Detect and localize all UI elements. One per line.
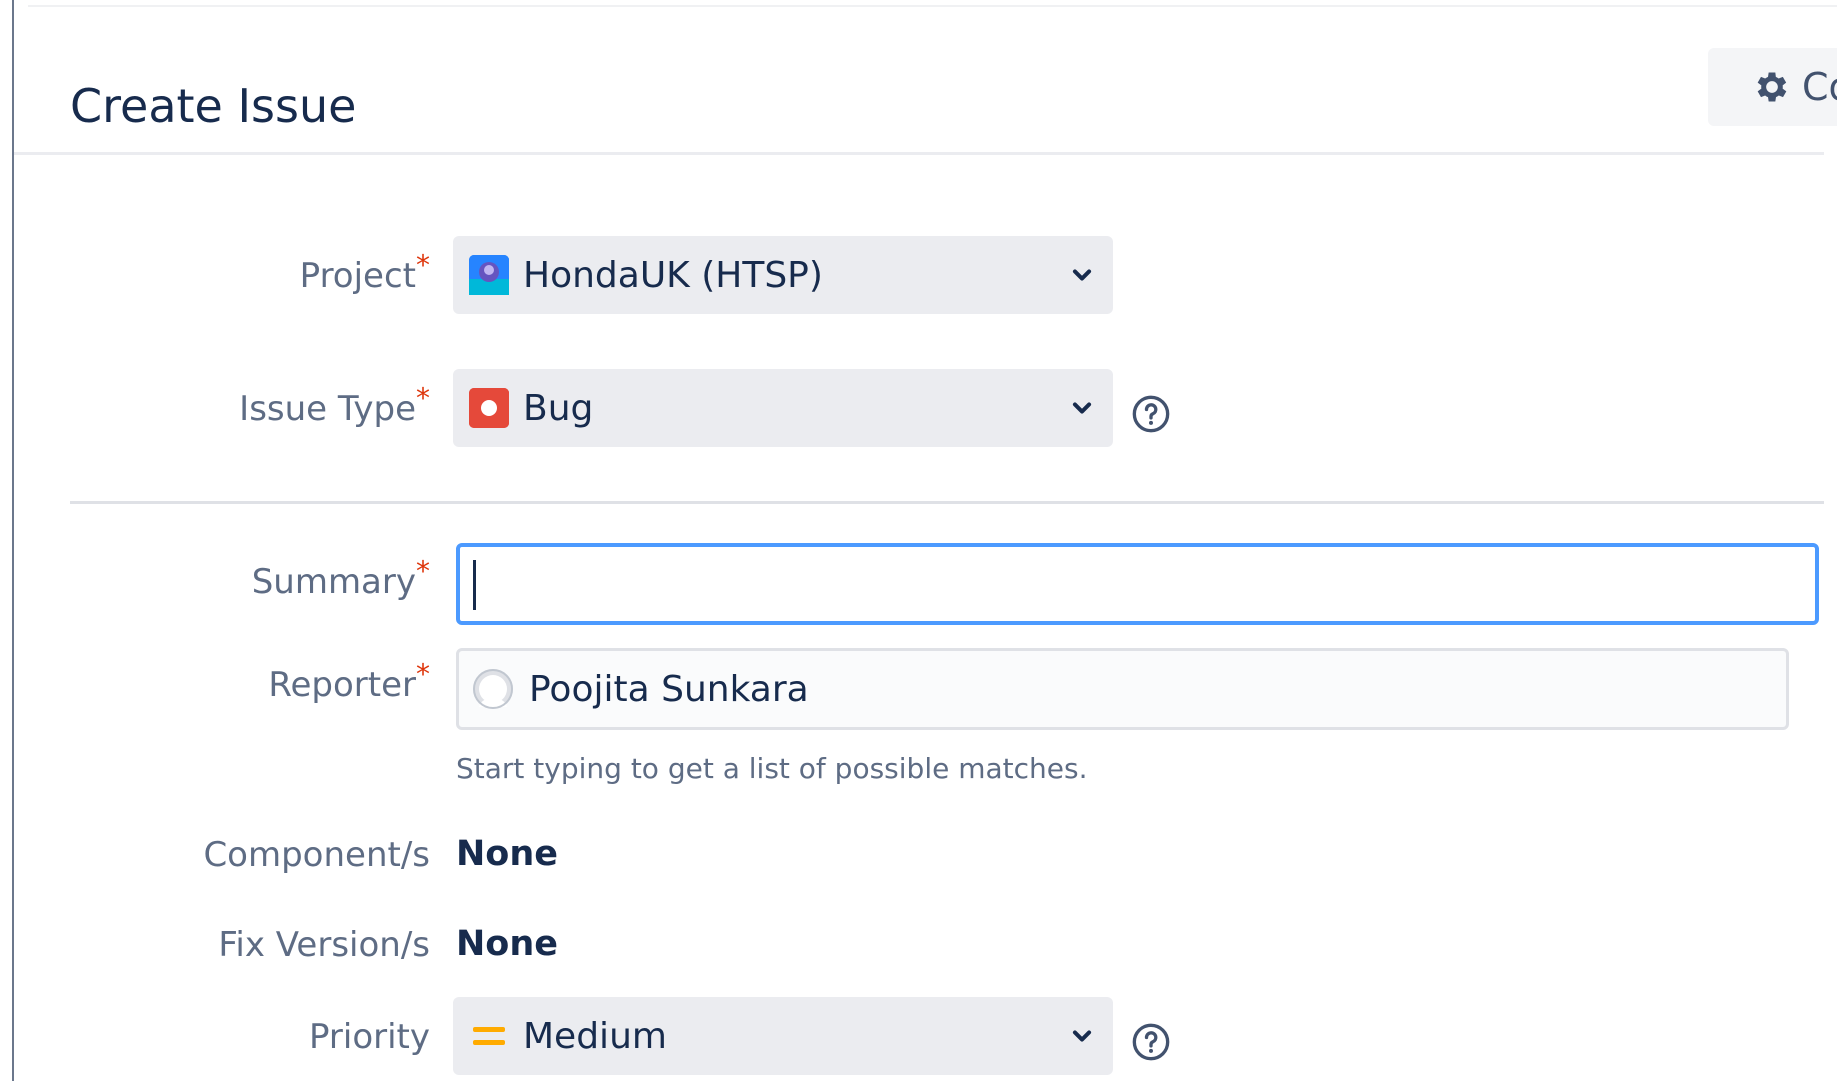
priority-select[interactable]: Medium <box>453 997 1113 1075</box>
priority-label: Priority <box>309 1017 430 1057</box>
project-label: Project* <box>299 251 430 296</box>
issue-type-value: Bug <box>523 387 594 429</box>
project-value: HondaUK (HTSP) <box>523 254 823 296</box>
summary-label-text: Summary <box>251 562 416 602</box>
reporter-label: Reporter* <box>268 660 430 705</box>
window-edge <box>12 0 14 1081</box>
reporter-helper-text: Start typing to get a list of possible m… <box>456 752 1088 785</box>
chevron-down-icon <box>1072 1030 1092 1042</box>
section-divider <box>70 501 1824 504</box>
reporter-value: Poojita Sunkara <box>529 668 809 710</box>
reporter-label-text: Reporter <box>268 665 416 705</box>
priority-value: Medium <box>523 1015 667 1057</box>
required-marker: * <box>416 248 430 282</box>
issue-type-select[interactable]: Bug <box>453 369 1113 447</box>
required-marker: * <box>416 554 430 588</box>
summary-input[interactable] <box>456 543 1819 625</box>
project-select[interactable]: HondaUK (HTSP) <box>453 236 1113 314</box>
header-top-border <box>28 5 1837 7</box>
gear-icon <box>1752 67 1792 107</box>
summary-label: Summary* <box>251 557 430 602</box>
fix-versions-label-text: Fix Version/s <box>218 925 430 965</box>
chevron-down-icon <box>1072 402 1092 414</box>
components-label: Component/s <box>203 835 430 875</box>
issue-type-label-text: Issue Type <box>239 389 416 429</box>
configure-fields-button[interactable]: Co <box>1708 48 1837 126</box>
help-icon[interactable] <box>1131 394 1171 434</box>
priority-label-text: Priority <box>308 1017 430 1057</box>
text-caret <box>473 560 476 610</box>
issue-type-label: Issue Type* <box>239 384 430 429</box>
fix-versions-label: Fix Version/s <box>218 925 430 965</box>
project-label-text: Project <box>299 256 416 296</box>
components-value: None <box>456 834 558 874</box>
required-marker: * <box>416 381 430 415</box>
page-title: Create Issue <box>70 79 357 133</box>
reporter-picker[interactable]: Poojita Sunkara <box>456 648 1789 730</box>
chevron-down-icon <box>1072 269 1092 281</box>
project-avatar-icon <box>469 255 509 295</box>
avatar <box>473 669 513 709</box>
bug-icon <box>469 388 509 428</box>
help-icon[interactable] <box>1131 1022 1171 1062</box>
configure-fields-label: Co <box>1802 65 1837 109</box>
dialog-header: Create Issue Co <box>14 0 1837 155</box>
fix-versions-value: None <box>456 924 558 964</box>
components-label-text: Component/s <box>203 835 430 875</box>
required-marker: * <box>416 657 430 691</box>
create-issue-dialog: Create Issue Co Project* HondaUK (HTSP) <box>0 0 1837 1081</box>
priority-medium-icon <box>469 1016 509 1056</box>
